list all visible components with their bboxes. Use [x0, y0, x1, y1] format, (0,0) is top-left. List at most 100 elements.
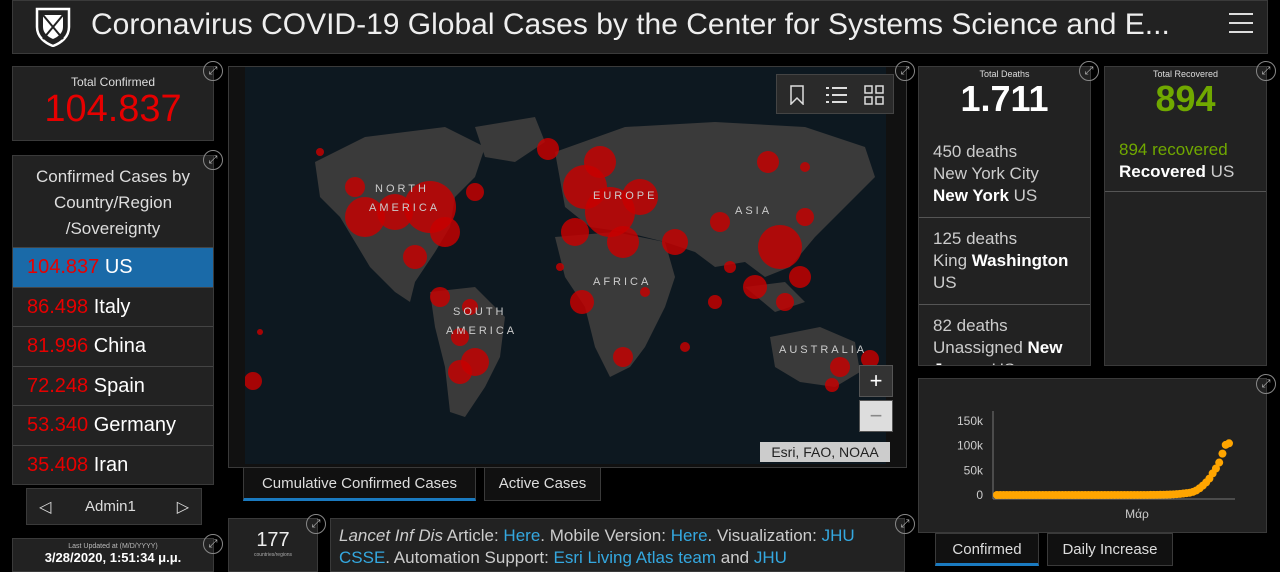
country-row[interactable]: 35.408 Iran [13, 446, 213, 485]
total-confirmed-label: Total Confirmed [70, 75, 156, 89]
map-label-south-america: AMERICA [446, 325, 517, 337]
case-bubble [448, 360, 472, 384]
mobile-version-link[interactable]: Here [671, 526, 708, 545]
death-count: 82 deaths [933, 316, 1008, 335]
expand-icon[interactable]: ⤢ [306, 514, 326, 534]
zoom-in-button[interactable]: + [859, 365, 893, 397]
layer-list-icon[interactable] [826, 86, 848, 104]
case-bubble [662, 229, 688, 255]
death-item: 450 deaths New York City New York US [919, 131, 1090, 218]
info-text: . Automation Support: [385, 548, 554, 567]
country-name: Iran [93, 453, 129, 476]
country-case-count: 86.498 [27, 295, 89, 318]
country-row[interactable]: 53.340 Germany [13, 406, 213, 446]
country-case-count: 81.996 [27, 335, 89, 357]
case-bubble [640, 287, 650, 297]
x-axis-label: Μάρ [1125, 507, 1149, 521]
country-case-count: 53.340 [27, 414, 89, 436]
expand-icon[interactable]: ⤢ [895, 61, 915, 81]
country-row[interactable]: 86.498 Italy [13, 288, 213, 327]
info-panel: Lancet Inf Dis Article: Here. Mobile Ver… [330, 518, 905, 572]
header-bar: Coronavirus COVID-19 Global Cases by the… [12, 0, 1268, 54]
map-label-europe: EUROPE [593, 190, 657, 202]
info-text: Article: [442, 526, 504, 545]
death-place: New York City New York US [933, 163, 1076, 207]
country-list-nav: ◁ Admin1 ▷ [26, 488, 202, 525]
hamburger-menu-icon[interactable] [1229, 13, 1253, 35]
tab-cumulative-confirmed[interactable]: Cumulative Confirmed Cases [243, 467, 476, 501]
case-bubble [776, 293, 794, 311]
expand-icon[interactable]: ⤢ [203, 61, 223, 81]
country-row[interactable]: 81.996 China [13, 327, 213, 367]
country-name: US [104, 256, 133, 278]
expand-icon[interactable]: ⤢ [203, 150, 223, 170]
info-text: and [716, 548, 754, 567]
case-bubble [316, 148, 324, 156]
death-count: 125 deaths [933, 229, 1018, 248]
tab-confirmed[interactable]: Confirmed [935, 533, 1039, 566]
tab-daily-increase[interactable]: Daily Increase [1047, 533, 1173, 566]
map-attribution: Esri, FAO, NOAA [760, 442, 890, 462]
death-country: US [1013, 186, 1038, 205]
country-name: China [93, 335, 146, 357]
tab-active-cases[interactable]: Active Cases [484, 467, 601, 501]
article-link[interactable]: Here [503, 526, 540, 545]
basemap-gallery-icon[interactable] [864, 85, 884, 105]
death-place: King Washington US [933, 250, 1076, 294]
death-place-name: Washington [971, 251, 1069, 270]
esri-living-atlas-link[interactable]: Esri Living Atlas team [554, 548, 717, 567]
expand-icon[interactable]: ⤢ [1256, 374, 1276, 394]
recovered-item: 894 recovered Recovered US [1105, 131, 1266, 192]
next-arrow-icon[interactable]: ▷ [177, 497, 189, 517]
recovered-count: 894 recovered [1119, 140, 1228, 159]
death-country: US [933, 273, 957, 292]
map-label-africa: AFRICA [593, 276, 651, 288]
total-confirmed-panel: Total Confirmed 104.837 [12, 66, 214, 141]
expand-icon[interactable]: ⤢ [1079, 61, 1099, 81]
recovered-country: US [1210, 162, 1235, 181]
country-row[interactable]: 72.248 Spain [13, 367, 213, 406]
chart-panel: 150k 100k 50k 0 Μάρ [918, 378, 1267, 533]
country-case-count: 104.837 [27, 256, 100, 278]
country-case-count: 35.408 [27, 453, 89, 476]
total-recovered-value: 894 [1155, 78, 1216, 119]
world-map[interactable]: NORTH AMERICA EUROPE ASIA AFRICA SOUTH A… [245, 67, 886, 464]
death-place-name: New York [933, 186, 1009, 205]
expand-icon[interactable]: ⤢ [895, 514, 915, 534]
jhu-shield-logo [35, 7, 71, 47]
countries-count-panel: 177 countries/regions [228, 518, 318, 572]
australia-landmass [770, 327, 860, 387]
case-bubble [570, 290, 594, 314]
map-label-asia: ASIA [735, 205, 772, 217]
y-tick-label: 100k [957, 439, 984, 453]
case-bubble [245, 372, 262, 390]
last-updated-value: 3/28/2020, 1:51:34 μ.μ. [44, 550, 182, 565]
chart-point [1215, 458, 1224, 467]
world-map-canvas[interactable]: NORTH AMERICA EUROPE ASIA AFRICA SOUTH A… [245, 67, 886, 464]
total-deaths-panel: Total Deaths 1.711 450 deaths New York Ci… [918, 66, 1091, 366]
countries-count-label: countries/regions [253, 552, 293, 558]
map-label-america: AMERICA [369, 202, 440, 214]
country-name: Spain [93, 374, 145, 397]
death-place-sub: New York City [933, 164, 1039, 183]
expand-icon[interactable]: ⤢ [1256, 61, 1276, 81]
case-bubble [789, 266, 811, 288]
zoom-out-button[interactable]: − [859, 400, 893, 432]
country-row[interactable]: 104.837 US [13, 248, 213, 288]
map-toolbar [776, 74, 894, 114]
case-bubble [757, 151, 779, 173]
case-bubble [680, 342, 690, 352]
case-bubble [430, 217, 460, 247]
case-bubble [800, 162, 810, 172]
expand-icon[interactable]: ⤢ [203, 534, 223, 554]
bookmark-icon[interactable] [790, 85, 804, 105]
total-confirmed-value: 104.837 [44, 88, 182, 130]
death-item: 125 deaths King Washington US [919, 218, 1090, 305]
jhu-link[interactable]: JHU [754, 548, 787, 567]
case-bubble [403, 245, 427, 269]
info-lancet: Lancet Inf Dis [339, 526, 443, 545]
country-case-count: 72.248 [27, 374, 89, 397]
prev-arrow-icon[interactable]: ◁ [39, 497, 51, 517]
recovered-place-name: Recovered [1119, 162, 1206, 181]
info-text: . Visualization: [707, 526, 822, 545]
